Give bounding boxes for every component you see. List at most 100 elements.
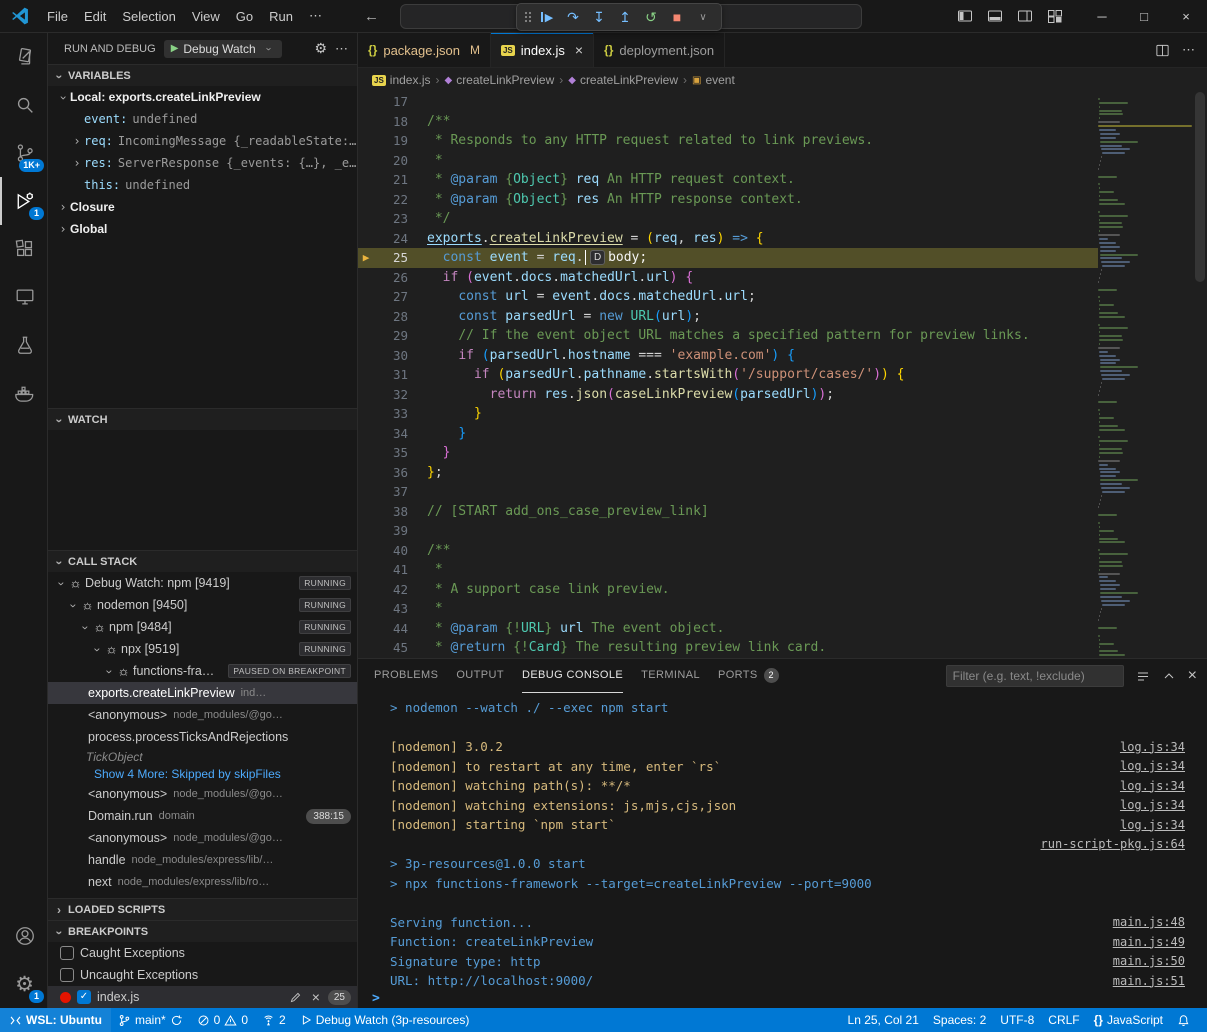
code-line-32[interactable]: 32 return res.json(caseLinkPreview(parse… [358,385,1098,405]
section-header-watch[interactable]: › WATCH [48,408,357,430]
code-line-27[interactable]: 27 const url = event.docs.matchedUrl.url… [358,287,1098,307]
debug-session-status[interactable]: Debug Watch (3p-resources) [293,1008,477,1032]
variable-row[interactable]: ›Local: exports.createLinkPreview [48,86,357,108]
activity-extensions[interactable] [0,225,47,273]
line-number[interactable]: 34 [374,426,408,441]
variable-row[interactable]: ›req:IncomingMessage {_readableState:… [48,130,357,152]
code-line-38[interactable]: 38// [START add_ons_case_preview_link] [358,502,1098,522]
ports-status[interactable]: 2 [255,1008,293,1032]
callstack-session[interactable]: ›nodemon [9450]RUNNING [48,594,357,616]
debug-configure-gear-icon[interactable]: ⚙ [314,40,327,57]
breakpoint-row[interactable]: Caught Exceptions [48,942,357,964]
breakpoint-row[interactable]: ✓index.js×25 [48,986,357,1008]
line-number[interactable]: 28 [374,309,408,324]
code-line-29[interactable]: 29 // If the event object URL matches a … [358,326,1098,346]
source-link[interactable]: run-script-pkg.js:64 [1041,837,1186,851]
menu-item[interactable]: Selection [114,5,183,28]
line-number[interactable]: 43 [374,601,408,616]
line-number[interactable]: 24 [374,231,408,246]
settings-gear-icon[interactable]: ⚙1 [0,960,47,1008]
callstack-session[interactable]: ›npx [9519]RUNNING [48,638,357,660]
line-number[interactable]: 45 [374,640,408,655]
menu-item[interactable]: View [184,5,228,28]
console-input-row[interactable]: > [358,988,1207,1008]
activity-explorer[interactable] [0,33,47,81]
panel-tab-output[interactable]: OUTPUT [456,659,504,693]
close-panel-icon[interactable]: × [1188,667,1197,685]
breakpoint-checkbox[interactable] [60,968,74,982]
problems-status[interactable]: 0 0 [190,1008,255,1032]
code-line-44[interactable]: 44 * @param {!URL} url The event object. [358,619,1098,639]
breakpoint-checkbox[interactable] [60,946,74,960]
menu-item[interactable]: ⋯ [301,4,330,28]
toggle-secondary-sidebar-icon[interactable] [1017,8,1033,24]
code-line-30[interactable]: 30 if (parsedUrl.hostname === 'example.c… [358,346,1098,366]
split-editor-icon[interactable] [1155,43,1170,58]
line-number[interactable]: 29 [374,328,408,343]
language-status[interactable]: {}JavaScript [1087,1008,1170,1032]
line-number[interactable]: 22 [374,192,408,207]
debug-step-into-button[interactable]: ↧ [587,6,611,28]
debug-continue-button[interactable]: ▶ [535,6,559,28]
minimap[interactable] [1098,92,1192,658]
line-number[interactable]: 18 [374,114,408,129]
variable-row[interactable]: ›Closure [48,196,357,218]
code-line-45[interactable]: 45 * @return {!Card} The resulting previ… [358,638,1098,658]
line-number[interactable]: 37 [374,484,408,499]
debug-restart-button[interactable]: ↺ [639,6,663,28]
code-line-37[interactable]: 37 [358,482,1098,502]
line-number[interactable]: 21 [374,172,408,187]
code-line-21[interactable]: 21 * @param {Object} req An HTTP request… [358,170,1098,190]
line-number[interactable]: 20 [374,153,408,168]
debug-step-out-button[interactable]: ↥ [613,6,637,28]
source-link[interactable]: main.js:50 [1113,954,1185,968]
source-link[interactable]: log.js:34 [1120,779,1185,793]
breadcrumb-item[interactable]: ◆createLinkPreview [444,73,554,87]
variable-row[interactable]: ›res:ServerResponse {_events: {…}, _e… [48,152,357,174]
back-arrow-icon[interactable]: ← [364,8,379,25]
breadcrumb-item[interactable]: ▣event [692,73,735,87]
source-link[interactable]: log.js:34 [1120,818,1185,832]
code-line-26[interactable]: 26 if (event.docs.matchedUrl.url) { [358,268,1098,288]
line-number[interactable]: 25 [374,250,408,265]
line-number[interactable]: 26 [374,270,408,285]
code-line-31[interactable]: 31 if (parsedUrl.pathname.startsWith('/s… [358,365,1098,385]
panel-tab-problems[interactable]: PROBLEMS [374,659,438,693]
debug-step-over-button[interactable]: ↷ [561,6,585,28]
variable-row[interactable]: ›this:undefined [48,174,357,196]
code-line-36[interactable]: 36}; [358,463,1098,483]
tab-deployment.json[interactable]: {}deployment.json [594,33,725,67]
debug-launch-picker[interactable]: ▶ Debug Watch › [164,40,282,58]
menu-item[interactable]: Go [228,5,261,28]
line-number[interactable]: 44 [374,621,408,636]
line-number[interactable]: 35 [374,445,408,460]
callstack-frame[interactable]: <anonymous>node_modules/@go… [48,783,357,805]
code-lines[interactable]: 1718/**19 * Responds to any HTTP request… [358,92,1098,658]
close-button[interactable]: × [1165,0,1207,33]
section-header-call-stack[interactable]: › CALL STACK [48,550,357,572]
show-more-row[interactable]: Show 4 More: Skipped by skipFiles [48,765,357,783]
activity-testing[interactable] [0,321,47,369]
close-icon[interactable]: × [575,42,583,58]
code-line-34[interactable]: 34 } [358,424,1098,444]
line-number[interactable]: 19 [374,133,408,148]
code-line-23[interactable]: 23 */ [358,209,1098,229]
line-number[interactable]: 39 [374,523,408,538]
source-link[interactable]: log.js:34 [1120,759,1185,773]
section-header-variables[interactable]: › VARIABLES [48,64,357,86]
editor-scrollbar[interactable] [1192,92,1207,658]
callstack-frame[interactable]: process.processTicksAndRejections [48,726,357,748]
activity-docker[interactable] [0,369,47,417]
minimize-button[interactable]: ─ [1081,0,1123,33]
code-line-20[interactable]: 20 * [358,151,1098,171]
code-line-43[interactable]: 43 * [358,599,1098,619]
code-line-42[interactable]: 42 * A support case link preview. [358,580,1098,600]
line-number[interactable]: 36 [374,465,408,480]
variable-row[interactable]: ›event:undefined [48,108,357,130]
callstack-frame[interactable]: nextnode_modules/express/lib/ro… [48,871,357,893]
eol-status[interactable]: CRLF [1041,1008,1086,1032]
maximize-panel-icon[interactable] [1162,669,1176,683]
notifications-bell[interactable] [1170,1008,1197,1032]
toggle-panel-icon[interactable] [987,8,1003,24]
customize-layout-icon[interactable] [1047,8,1063,24]
